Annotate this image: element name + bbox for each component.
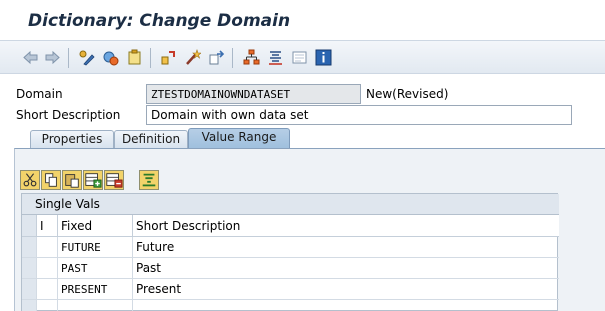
select-all-header[interactable] bbox=[22, 215, 37, 237]
title-bar: Dictionary: Change Domain bbox=[0, 0, 605, 40]
column-header-i[interactable]: I bbox=[37, 215, 58, 237]
single-values-table: Single Vals I Fixed Short Description FU… bbox=[21, 193, 559, 311]
insert-row-icon[interactable] bbox=[83, 170, 103, 190]
paste-icon[interactable] bbox=[62, 170, 82, 190]
activate-icon[interactable] bbox=[126, 49, 143, 66]
cut-icon[interactable] bbox=[20, 170, 40, 190]
fixed-value-cell[interactable]: FUTURE bbox=[58, 237, 133, 258]
domain-field[interactable]: ZTESTDOMAINOWNDATASET bbox=[146, 84, 361, 104]
table-caption: Single Vals bbox=[22, 194, 559, 215]
short-description-cell[interactable]: Present bbox=[133, 279, 559, 300]
check-icon[interactable] bbox=[160, 49, 177, 66]
domain-status: New(Revised) bbox=[366, 87, 449, 101]
row-indicator-cell bbox=[37, 300, 58, 311]
other-object-icon[interactable] bbox=[78, 49, 95, 66]
short-description-cell[interactable] bbox=[133, 300, 559, 311]
delete-row-icon[interactable] bbox=[104, 170, 124, 190]
domain-label: Domain bbox=[16, 87, 63, 101]
filter-icon[interactable] bbox=[139, 170, 159, 190]
short-description-field[interactable]: Domain with own data set bbox=[146, 105, 572, 125]
hierarchy-icon[interactable] bbox=[243, 49, 260, 66]
info-icon[interactable] bbox=[315, 49, 332, 66]
tab-properties[interactable]: Properties bbox=[30, 130, 114, 148]
toolbar-separator bbox=[232, 48, 233, 68]
short-description-cell[interactable]: Past bbox=[133, 258, 559, 279]
row-selector[interactable] bbox=[22, 300, 37, 311]
copy-icon[interactable] bbox=[41, 170, 61, 190]
tab-strip: Properties Definition Value Range bbox=[0, 128, 605, 149]
row-selector[interactable] bbox=[22, 279, 37, 300]
domain-row: Domain ZTESTDOMAINOWNDATASET New(Revised… bbox=[0, 84, 605, 104]
tab-value-range[interactable]: Value Range bbox=[188, 128, 290, 149]
docu-icon[interactable] bbox=[291, 49, 308, 66]
list-icon[interactable] bbox=[267, 49, 284, 66]
short-description-row: Short Description Domain with own data s… bbox=[0, 105, 605, 125]
table-header: I Fixed Short Description bbox=[22, 215, 559, 237]
row-indicator-cell bbox=[37, 279, 58, 300]
fixed-value-cell[interactable] bbox=[58, 300, 133, 311]
where-used-icon[interactable] bbox=[184, 49, 201, 66]
fixed-value-cell[interactable]: PAST bbox=[58, 258, 133, 279]
toolbar-separator bbox=[68, 48, 69, 68]
short-description-label: Short Description bbox=[16, 108, 121, 122]
row-indicator-cell bbox=[37, 258, 58, 279]
table-row: PAST Past bbox=[22, 258, 559, 279]
row-selector[interactable] bbox=[22, 258, 37, 279]
table-row: FUTURE Future bbox=[22, 237, 559, 258]
navigate-icon[interactable] bbox=[208, 49, 225, 66]
tab-definition[interactable]: Definition bbox=[114, 130, 188, 148]
row-indicator-cell bbox=[37, 237, 58, 258]
back-icon[interactable] bbox=[22, 49, 39, 66]
table-row: PRESENT Present bbox=[22, 279, 559, 300]
display-change-icon[interactable] bbox=[102, 49, 119, 66]
fixed-value-cell[interactable]: PRESENT bbox=[58, 279, 133, 300]
application-toolbar bbox=[0, 40, 605, 74]
window-title: Dictionary: Change Domain bbox=[28, 11, 291, 31]
short-description-cell[interactable]: Future bbox=[133, 237, 559, 258]
toolbar-separator bbox=[150, 48, 151, 68]
row-selector[interactable] bbox=[22, 237, 37, 258]
forward-icon[interactable] bbox=[44, 49, 61, 66]
column-header-fixed[interactable]: Fixed bbox=[58, 215, 133, 237]
table-row bbox=[22, 300, 559, 311]
column-header-short-description[interactable]: Short Description bbox=[133, 215, 559, 237]
